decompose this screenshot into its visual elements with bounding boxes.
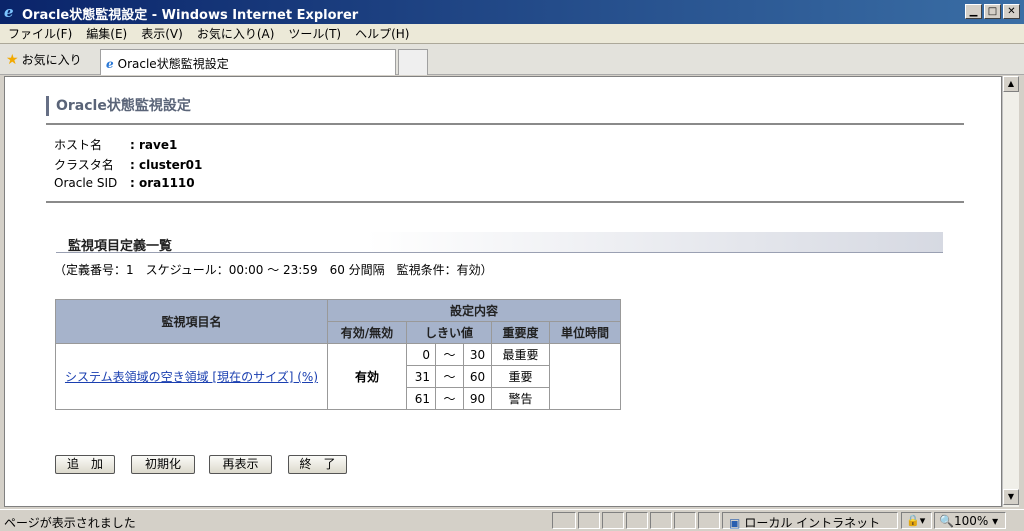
status-pane xyxy=(602,512,624,529)
cluster-label: クラスタ名 xyxy=(54,158,114,172)
status-pane xyxy=(626,512,648,529)
favorites-button[interactable]: ★ お気に入り xyxy=(6,51,82,68)
minimize-icon[interactable]: ▁ xyxy=(965,4,982,19)
zoom-control[interactable]: 🔍100% ▾ xyxy=(934,512,1006,529)
window-controls: ▁ □ ✕ xyxy=(963,4,1020,20)
enabled-value: 有効 xyxy=(327,343,407,410)
status-text: ページが表示されました xyxy=(4,516,136,530)
threshold-sep: 〜 xyxy=(435,387,464,410)
lock-icon: 🔒▾ xyxy=(906,514,926,527)
severity-value: 重要 xyxy=(491,365,550,388)
cluster-row: クラスタ名 : cluster01 xyxy=(54,156,202,173)
status-pane xyxy=(578,512,600,529)
header-settings: 設定内容 xyxy=(327,299,621,322)
vertical-scrollbar[interactable]: ▲ ▼ xyxy=(1002,76,1019,507)
initialize-button[interactable]: 初期化 xyxy=(131,455,195,474)
threshold-from: 31 xyxy=(406,365,436,388)
definition-table: 監視項目名 設定内容 有効/無効 しきい値 重要度 単位時間 システム表領域の空… xyxy=(55,299,621,410)
menu-tools[interactable]: ツール(T) xyxy=(281,24,348,44)
scroll-up-icon[interactable]: ▲ xyxy=(1003,76,1019,92)
zoom-icon: 🔍 xyxy=(939,514,954,528)
tab-bar: ★ お気に入り e Oracle状態監視設定 xyxy=(0,44,1024,75)
page-viewport: Oracle状態監視設定 ホスト名 : rave1 クラスタ名 : cluster0… xyxy=(4,76,1002,507)
divider xyxy=(46,123,964,125)
security-zone[interactable]: ▣ ローカル イントラネット xyxy=(722,512,898,530)
status-bar: ページが表示されました ▣ ローカル イントラネット 🔒▾ 🔍100% ▾ xyxy=(0,509,1024,531)
status-pane xyxy=(552,512,576,529)
section-title: 監視項目定義一覧 xyxy=(56,232,943,254)
tab-active[interactable]: e Oracle状態監視設定 xyxy=(100,49,396,75)
cluster-value: : cluster01 xyxy=(130,158,203,172)
status-pane xyxy=(674,512,696,529)
header-unit-time: 単位時間 xyxy=(549,321,621,344)
menu-edit[interactable]: 編集(E) xyxy=(79,24,134,44)
status-pane xyxy=(698,512,720,529)
threshold-to: 60 xyxy=(463,365,492,388)
star-icon: ★ xyxy=(6,52,19,68)
threshold-to: 90 xyxy=(463,387,492,410)
divider xyxy=(46,201,964,203)
page-title: Oracle状態監視設定 xyxy=(46,96,191,116)
header-threshold: しきい値 xyxy=(406,321,492,344)
protected-mode-button[interactable]: 🔒▾ xyxy=(901,512,932,529)
threshold-to: 30 xyxy=(463,343,492,366)
close-icon[interactable]: ✕ xyxy=(1003,4,1020,19)
maximize-icon[interactable]: □ xyxy=(984,4,1001,19)
add-button[interactable]: 追 加 xyxy=(55,455,115,474)
intranet-icon: ▣ xyxy=(729,516,741,530)
menu-bar: ファイル(F) 編集(E) 表示(V) お気に入り(A) ツール(T) ヘルプ(H) xyxy=(0,24,1024,44)
chevron-down-icon: ▾ xyxy=(988,514,999,528)
menu-help[interactable]: ヘルプ(H) xyxy=(348,24,416,44)
table-row: システム表領域の空き領域 [現在のサイズ] (%) xyxy=(55,343,328,410)
favorites-label: お気に入り xyxy=(21,53,82,67)
header-item-name: 監視項目名 xyxy=(55,299,328,344)
host-row: ホスト名 : rave1 xyxy=(54,136,177,153)
scroll-down-icon[interactable]: ▼ xyxy=(1003,489,1019,505)
unit-time-value xyxy=(549,343,621,410)
zoom-level: 100% xyxy=(953,514,989,528)
severity-value: 警告 xyxy=(491,387,550,410)
threshold-from: 0 xyxy=(406,343,436,366)
header-enabled: 有効/無効 xyxy=(327,321,407,344)
tab-title: Oracle状態監視設定 xyxy=(117,57,229,71)
ie-page-icon: e xyxy=(106,57,114,71)
threshold-from: 61 xyxy=(406,387,436,410)
sid-row: Oracle SID : ora1110 xyxy=(54,176,195,190)
definition-summary: （定義番号：1 スケジュール：00:00 〜 23:59 60 分間隔 監視条件… xyxy=(54,263,493,277)
severity-value: 最重要 xyxy=(491,343,550,366)
host-label: ホスト名 xyxy=(54,138,103,152)
ie-logo-icon: e xyxy=(4,3,14,21)
menu-favorites[interactable]: お気に入り(A) xyxy=(190,24,282,44)
exit-button[interactable]: 終 了 xyxy=(288,455,347,474)
header-severity: 重要度 xyxy=(491,321,550,344)
menu-view[interactable]: 表示(V) xyxy=(134,24,190,44)
monitor-item-link[interactable]: システム表領域の空き領域 [現在のサイズ] (%) xyxy=(65,370,318,384)
new-tab-button[interactable] xyxy=(398,49,428,75)
refresh-button[interactable]: 再表示 xyxy=(209,455,272,474)
menu-file[interactable]: ファイル(F) xyxy=(0,24,79,44)
sid-label: Oracle SID xyxy=(54,176,118,190)
window-titlebar: e Oracle状態監視設定 - Windows Internet Explor… xyxy=(0,0,1024,24)
host-value: : rave1 xyxy=(130,138,178,152)
status-pane xyxy=(650,512,672,529)
threshold-sep: 〜 xyxy=(435,365,464,388)
threshold-sep: 〜 xyxy=(435,343,464,366)
sid-value: : ora1110 xyxy=(130,176,195,190)
zone-label: ローカル イントラネット xyxy=(744,516,881,530)
window-title: Oracle状態監視設定 - Windows Internet Explorer xyxy=(22,8,359,23)
